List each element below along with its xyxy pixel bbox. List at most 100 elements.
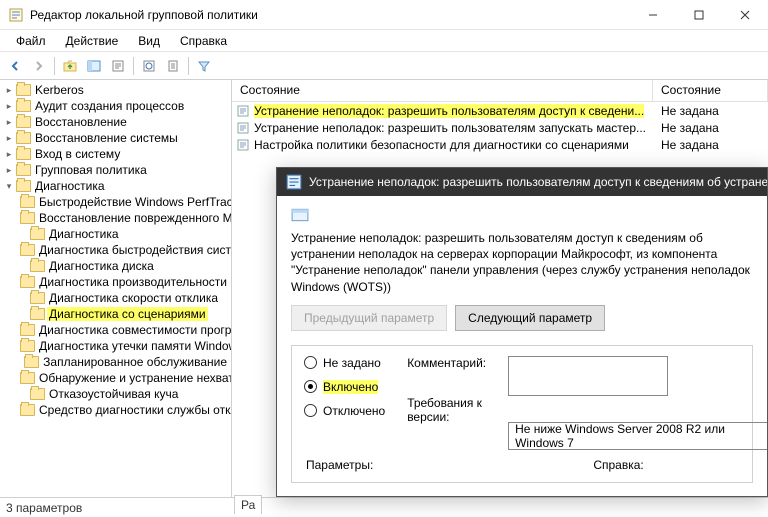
folder-icon bbox=[20, 404, 35, 416]
folder-icon bbox=[20, 212, 35, 224]
radio-disabled[interactable]: Отключено bbox=[304, 404, 385, 418]
requirements-label: Требования к версии: bbox=[407, 396, 486, 424]
help-label: Справка: bbox=[593, 458, 643, 472]
folder-up-button[interactable] bbox=[59, 55, 81, 77]
folder-icon bbox=[20, 196, 35, 208]
tree-item-label: Быстродействие Windows PerfTrack bbox=[37, 195, 232, 209]
tree-item[interactable]: Диагностика быстродействия системы bbox=[0, 242, 231, 258]
properties-button[interactable] bbox=[107, 55, 129, 77]
folder-icon bbox=[16, 116, 31, 128]
window-title: Редактор локальной групповой политики bbox=[30, 8, 630, 22]
tree-pane[interactable]: ▸Kerberos▸Аудит создания процессов▸Восст… bbox=[0, 80, 232, 497]
tree-item-label: Аудит создания процессов bbox=[33, 99, 186, 113]
folder-icon bbox=[16, 100, 31, 112]
list-row-text: Настройка политики безопасности для диаг… bbox=[254, 138, 629, 152]
tree-toggle-icon[interactable]: ▾ bbox=[4, 181, 14, 192]
tree-item[interactable]: Обнаружение и устранение нехватки ресурс… bbox=[0, 370, 231, 386]
tree-toggle-icon[interactable]: ▸ bbox=[4, 85, 14, 96]
radio-not-configured[interactable]: Не задано bbox=[304, 356, 385, 370]
list-rows: Устранение неполадок: разрешить пользова… bbox=[232, 102, 768, 153]
list-row-state: Не задана bbox=[653, 104, 768, 118]
tree-item[interactable]: Отказоустойчивая куча bbox=[0, 386, 231, 402]
list-row[interactable]: Устранение неполадок: разрешить пользова… bbox=[232, 102, 768, 119]
forward-button[interactable] bbox=[28, 55, 50, 77]
tree-item[interactable]: Диагностика диска bbox=[0, 258, 231, 274]
back-button[interactable] bbox=[4, 55, 26, 77]
tree-item[interactable]: Запланированное обслуживание bbox=[0, 354, 231, 370]
tree-toggle-icon[interactable]: ▸ bbox=[4, 133, 14, 144]
tree-item[interactable]: ▸Восстановление системы bbox=[0, 130, 231, 146]
tree-item-label: Диагностика bbox=[47, 227, 121, 241]
comment-field[interactable] bbox=[508, 356, 668, 396]
tree-item[interactable]: ▸Вход в систему bbox=[0, 146, 231, 162]
tree-item[interactable]: Диагностика скорости отклика bbox=[0, 290, 231, 306]
tree-item[interactable]: Средство диагностики службы отклика bbox=[0, 402, 231, 418]
params-label: Параметры: bbox=[306, 458, 373, 472]
minimize-button[interactable] bbox=[630, 0, 676, 30]
list-row-state: Не задана bbox=[653, 138, 768, 152]
tree-item[interactable]: Диагностика совместимости программ bbox=[0, 322, 231, 338]
tree-item-label: Диагностика со сценариями bbox=[47, 307, 208, 321]
tree-item[interactable]: Восстановление поврежденного MSI bbox=[0, 210, 231, 226]
folder-icon bbox=[20, 244, 35, 256]
tree-item-label: Kerberos bbox=[33, 83, 86, 97]
dialog-titlebar[interactable]: Устранение неполадок: разрешить пользова… bbox=[277, 168, 767, 196]
list-header: Состояние Состояние bbox=[232, 80, 768, 102]
tree-item[interactable]: Диагностика производительности bbox=[0, 274, 231, 290]
menu-action[interactable]: Действие bbox=[56, 32, 129, 50]
refresh-button[interactable] bbox=[138, 55, 160, 77]
menubar: Файл Действие Вид Справка bbox=[0, 30, 768, 52]
list-header-col1[interactable]: Состояние bbox=[232, 80, 653, 101]
radio-enabled[interactable]: Включено bbox=[304, 380, 385, 394]
tree-item[interactable]: Диагностика со сценариями bbox=[0, 306, 231, 322]
list-row[interactable]: Настройка политики безопасности для диаг… bbox=[232, 136, 768, 153]
dialog-options-group: Не задано Включено Отключено Комментарий… bbox=[291, 345, 753, 483]
tree-item[interactable]: Диагностика утечки памяти Windows bbox=[0, 338, 231, 354]
tree-item[interactable]: ▸ Групповая политика bbox=[0, 162, 231, 178]
menu-view[interactable]: Вид bbox=[128, 32, 170, 50]
folder-icon bbox=[20, 340, 35, 352]
show-hide-tree-button[interactable] bbox=[83, 55, 105, 77]
close-button[interactable] bbox=[722, 0, 768, 30]
tree-toggle-icon[interactable]: ▸ bbox=[4, 101, 14, 112]
prev-param-button: Предыдущий параметр bbox=[291, 305, 447, 331]
tree-item-label: Диагностика производительности bbox=[37, 275, 229, 289]
next-param-button[interactable]: Следующий параметр bbox=[455, 305, 605, 331]
titlebar: Редактор локальной групповой политики bbox=[0, 0, 768, 30]
folder-icon bbox=[16, 164, 31, 176]
radio-icon bbox=[304, 380, 317, 393]
menu-file[interactable]: Файл bbox=[6, 32, 56, 50]
tree-toggle-icon[interactable]: ▸ bbox=[4, 165, 14, 176]
folder-icon bbox=[16, 148, 31, 160]
tree-item[interactable]: ▸ Kerberos bbox=[0, 82, 231, 98]
app-icon bbox=[8, 7, 24, 23]
tree-item[interactable]: ▸Восстановление bbox=[0, 114, 231, 130]
tree-toggle-icon[interactable]: ▸ bbox=[4, 149, 14, 160]
background-tab[interactable]: Ра bbox=[234, 495, 262, 514]
tree-item[interactable]: ▸ Аудит создания процессов bbox=[0, 98, 231, 114]
list-header-col2[interactable]: Состояние bbox=[653, 80, 768, 101]
export-button[interactable] bbox=[162, 55, 184, 77]
policy-item-icon bbox=[236, 121, 250, 135]
filter-button[interactable] bbox=[193, 55, 215, 77]
folder-icon bbox=[16, 180, 31, 192]
tree-item-label: Обнаружение и устранение нехватки ресурс… bbox=[37, 371, 232, 385]
tree-item[interactable]: Диагностика bbox=[0, 226, 231, 242]
folder-icon bbox=[20, 324, 35, 336]
tree-item-label: Запланированное обслуживание bbox=[41, 355, 229, 369]
list-row[interactable]: Устранение неполадок: разрешить пользова… bbox=[232, 119, 768, 136]
separator bbox=[54, 57, 55, 75]
tree-item[interactable]: Быстродействие Windows PerfTrack bbox=[0, 194, 231, 210]
policy-body-icon bbox=[291, 206, 309, 224]
radio-icon bbox=[304, 356, 317, 369]
maximize-button[interactable] bbox=[676, 0, 722, 30]
tree-toggle-icon[interactable]: ▸ bbox=[4, 117, 14, 128]
separator bbox=[133, 57, 134, 75]
tree-item[interactable]: ▾Диагностика bbox=[0, 178, 231, 194]
tree-item-label: Групповая политика bbox=[33, 163, 149, 177]
tree-item-label: Отказоустойчивая куча bbox=[47, 387, 180, 401]
folder-icon bbox=[30, 308, 45, 320]
requirements-value: Не ниже Windows Server 2008 R2 или Windo… bbox=[508, 422, 767, 450]
menu-help[interactable]: Справка bbox=[170, 32, 237, 50]
policy-dialog: Устранение неполадок: разрешить пользова… bbox=[276, 167, 768, 497]
